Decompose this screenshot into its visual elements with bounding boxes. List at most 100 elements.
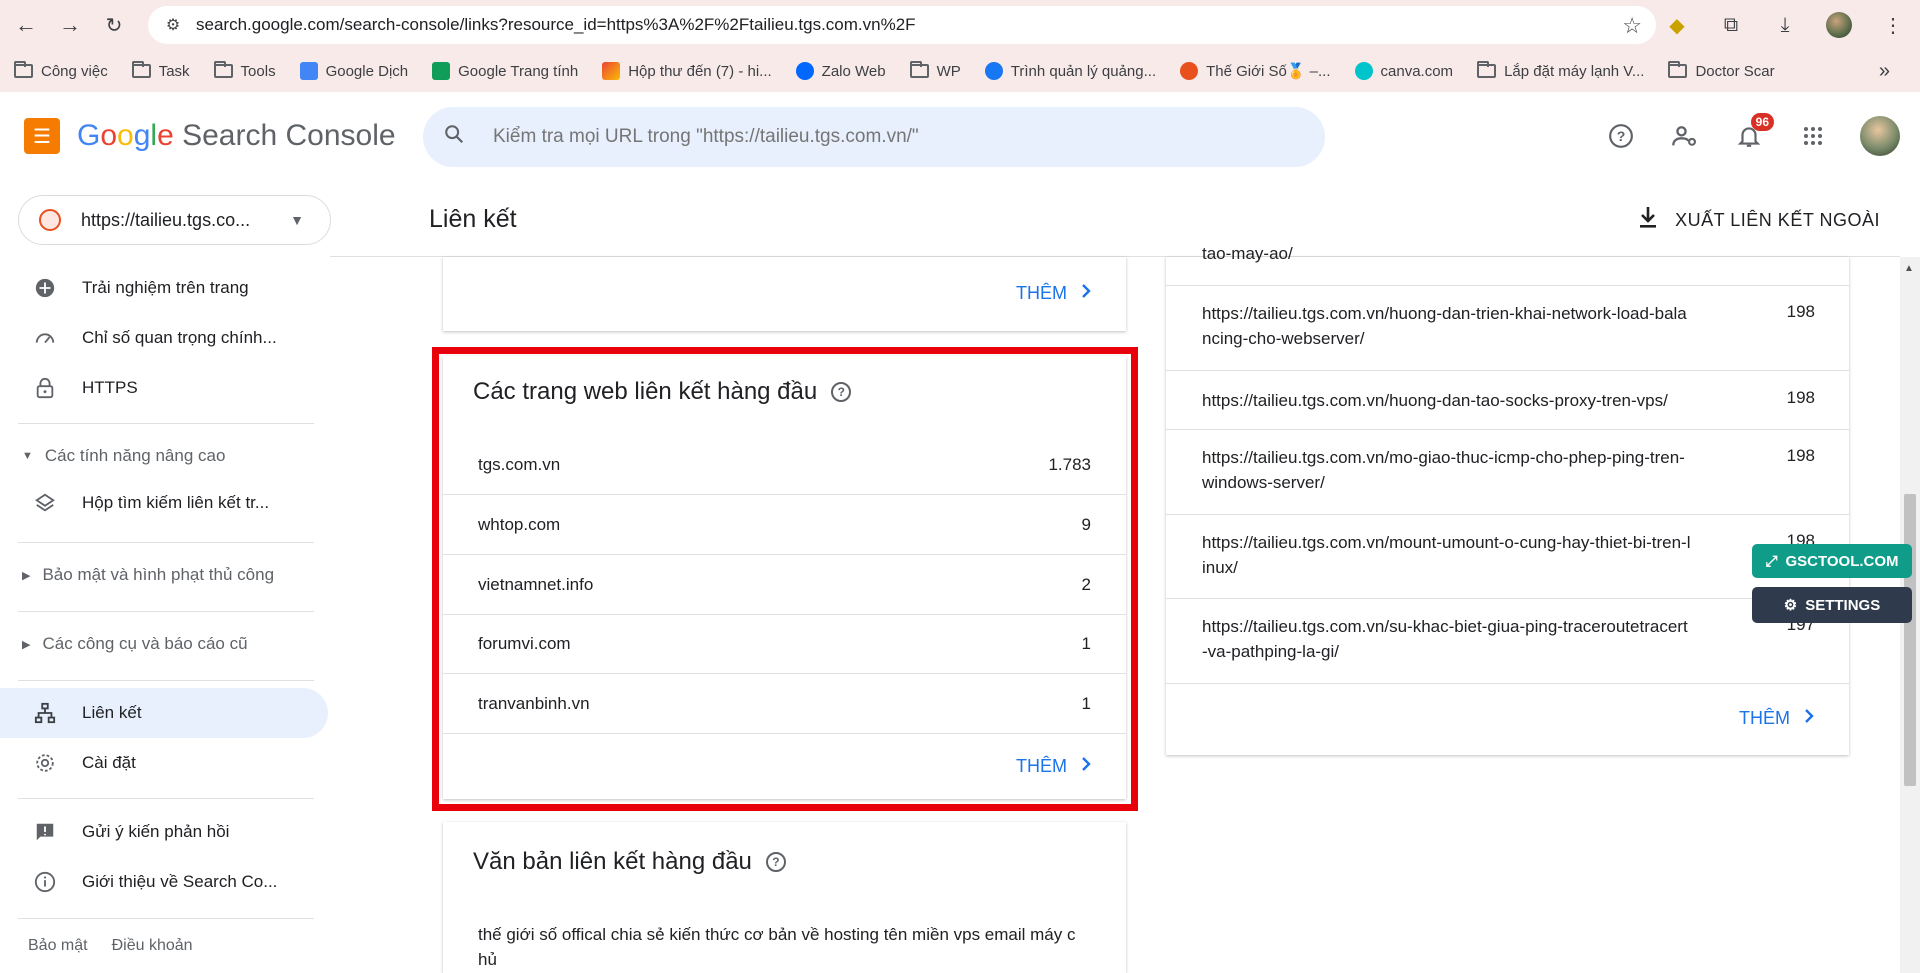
bookmark-google-dich[interactable]: Google Dịch [299,62,408,80]
folder-icon [14,61,33,78]
feedback-icon [32,819,58,845]
sidebar-item-settings[interactable]: Cài đặt [0,738,328,788]
bookmark-zalo[interactable]: Zalo Web [795,62,886,80]
export-external-links-button[interactable]: XUẤT LIÊN KẾT NGOÀI [1637,205,1880,235]
meta-icon [984,62,1003,80]
divider [18,798,314,799]
folder-icon [1668,61,1688,78]
manage-users-icon[interactable] [1668,119,1702,153]
more-bookmarks-icon[interactable]: » [1879,60,1890,83]
back-icon[interactable]: ← [6,5,46,45]
table-row[interactable]: vietnamnet.info 2 [443,555,1126,615]
app-header: ☰ Google Search Console ? 96 [0,92,1920,180]
divider [18,918,314,919]
scroll-up-arrow-icon[interactable]: ▲ [1904,263,1914,274]
layers-icon [32,490,58,516]
section-advanced-features[interactable]: ▼ Các tính năng nâng cao [22,446,225,466]
top-linked-pages-card: tao-may-ao/ https://tailieu.tgs.com.vn/h… [1166,244,1849,755]
sidebar-item-page-experience[interactable]: Trải nghiệm trên trang [0,263,328,313]
reload-icon[interactable]: ↻ [94,5,134,45]
bookmark-doctor-scar[interactable]: Doctor Scar [1668,61,1775,80]
svg-text:?: ? [1617,128,1626,144]
table-row[interactable]: thế giới số offical chia sẻ kiến thức cơ… [478,922,1098,972]
account-avatar[interactable] [1860,116,1900,156]
scroll-thumb[interactable] [1904,494,1916,786]
url-text[interactable]: search.google.com/search-console/links?r… [196,15,916,35]
property-selector[interactable]: https://tailieu.tgs.co... ▼ [18,195,331,245]
chevron-right-icon [1081,756,1091,777]
sidebar-item-feedback[interactable]: Gửi ý kiến phản hồi [0,807,328,857]
search-console-logo[interactable]: Google Search Console [77,119,396,153]
more-link[interactable]: THÊM [1016,283,1091,304]
bookmarks-bar: Công việc Task Tools Google Dịch Google … [0,50,1920,92]
section-legacy-tools[interactable]: ▶ Các công cụ và báo cáo cũ [22,634,248,654]
zalo-icon [795,62,814,80]
extension-settings-button[interactable]: ⚙ SETTINGS [1752,587,1912,623]
table-row[interactable]: whtop.com 9 [443,495,1126,555]
bookmark-canva[interactable]: canva.com [1354,62,1453,80]
table-row[interactable]: https://tailieu.tgs.com.vn/mount-umount-… [1166,514,1849,598]
sidebar-item-core-web-vitals[interactable]: Chỉ số quan trọng chính... [0,313,328,363]
browser-toolbar: ← → ↻ ⚙ search.google.com/search-console… [0,0,1920,50]
section-security-manual-actions[interactable]: ▶ Bảo mật và hình phạt thủ công [22,565,274,585]
table-row[interactable]: https://tailieu.tgs.com.vn/huong-dan-tri… [1166,285,1849,370]
more-link[interactable]: THÊM [1739,708,1814,729]
extension-pin-icon[interactable]: ◆ [1660,5,1694,45]
help-icon[interactable]: ? [831,382,852,402]
bookmark-tools[interactable]: Tools [213,61,276,80]
url-inspection-search[interactable] [423,107,1325,167]
table-row[interactable]: https://tailieu.tgs.com.vn/su-khac-biet-… [1166,598,1849,683]
folder-icon [213,61,233,78]
bookmark-wp[interactable]: WP [909,61,961,80]
bookmark-may-lanh[interactable]: Lắp đặt máy lạnh V... [1477,61,1644,80]
chevron-right-icon [1081,283,1091,304]
bookmark-the-gioi-so[interactable]: Thế Giới Số🏅 –... [1180,62,1331,80]
table-row[interactable]: forumvi.com 1 [443,615,1126,674]
notifications-icon[interactable]: 96 [1732,113,1774,153]
bookmark-cong-viec[interactable]: Công việc [14,61,108,80]
footer-terms-link[interactable]: Điều khoản [112,937,193,955]
search-icon[interactable] [443,123,471,151]
help-icon[interactable]: ? [765,852,786,872]
table-row[interactable]: https://tailieu.tgs.com.vn/huong-dan-tao… [1166,370,1849,429]
top-linking-text-card: Văn bản liên kết hàng đầu ? thế giới số … [443,822,1126,973]
bookmark-gmail[interactable]: Hộp thư đến (7) - hi... [602,62,772,80]
speed-gauge-icon [32,325,58,351]
table-row[interactable]: tranvanbinh.vn 1 [443,674,1126,734]
chrome-menu-icon[interactable]: ⋮ [1876,5,1910,45]
expand-icon: ⤢ [1765,552,1778,570]
help-icon[interactable]: ? [1604,119,1638,153]
card-title: Các trang web liên kết hàng đầu ? [473,378,852,406]
bookmark-meta-ads[interactable]: Trình quản lý quảng... [984,62,1156,80]
forward-icon[interactable]: → [50,5,90,45]
table-row[interactable]: tgs.com.vn 1.783 [443,436,1126,495]
divider [18,680,314,681]
gear-icon [32,750,58,776]
profile-icon[interactable] [1822,5,1856,45]
extensions-icon[interactable]: ⧉ [1714,5,1748,45]
url-inspection-input[interactable] [493,126,1293,148]
caret-down-icon: ▼ [22,450,33,462]
footer-privacy-link[interactable]: Bảo mật [28,937,88,955]
table-row[interactable]: https://tailieu.tgs.com.vn/mo-giao-thuc-… [1166,429,1849,514]
site-info-icon[interactable]: ⚙ [162,14,184,36]
property-favicon [39,209,61,231]
bookmark-task[interactable]: Task [131,61,190,80]
sidebar-item-about[interactable]: Giới thiệu về Search Co... [0,857,328,907]
divider [18,542,314,543]
card-title: Văn bản liên kết hàng đầu ? [473,848,786,876]
sidebar-item-sitelinks-searchbox[interactable]: Hộp tìm kiếm liên kết tr... [0,478,328,528]
apps-grid-icon[interactable] [1796,119,1830,153]
google-sheets-icon [432,62,451,80]
sidebar-item-https[interactable]: HTTPS [0,363,328,413]
download-icon[interactable]: ⤓ [1768,5,1802,45]
bookmark-star-icon[interactable]: ☆ [1622,13,1642,39]
chevron-down-icon: ▼ [290,212,304,228]
sidebar-item-links[interactable]: Liên kết [0,688,328,738]
chevron-right-icon [1804,708,1814,729]
address-bar[interactable]: ⚙ search.google.com/search-console/links… [148,6,1656,44]
main-menu-icon[interactable]: ☰ [24,118,60,154]
bookmark-google-sheets[interactable]: Google Trang tính [432,62,578,80]
gsctool-button[interactable]: ⤢ GSCTOOL.COM [1752,544,1912,578]
more-link[interactable]: THÊM [1016,756,1091,777]
